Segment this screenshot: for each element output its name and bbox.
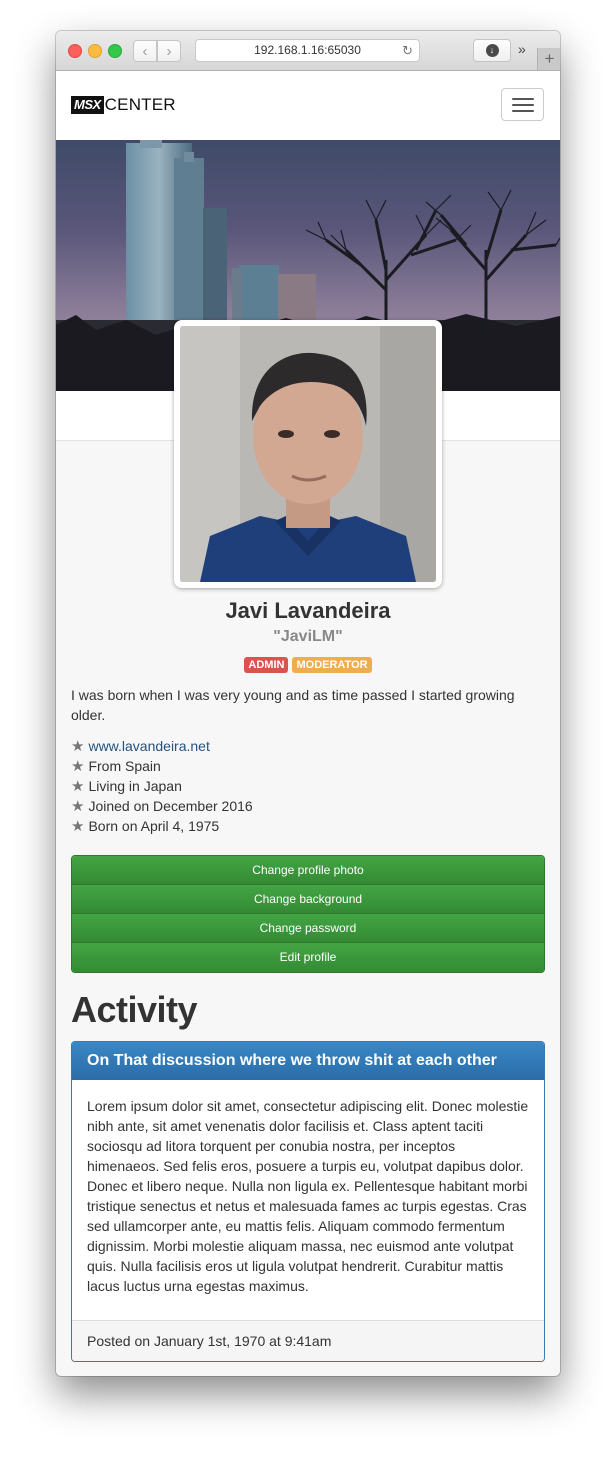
edit-profile-button[interactable]: Edit profile xyxy=(72,943,544,972)
post-body: Lorem ipsum dolor sit amet, consectetur … xyxy=(87,1098,529,1294)
fact-text: Living in Japan xyxy=(88,778,182,794)
fact-location: ★ Living in Japan xyxy=(71,776,253,796)
fact-website: ★ www.lavandeira.net xyxy=(71,736,253,756)
fact-text: Born on April 4, 1975 xyxy=(88,818,220,834)
star-icon: ★ xyxy=(71,778,85,795)
fact-text: Joined on December 2016 xyxy=(88,798,253,814)
profile-name: Javi Lavandeira xyxy=(225,598,391,623)
browser-toolbar: ‹ › 192.168.1.16:65030 ↻ ↓ » + xyxy=(56,31,560,71)
change-background-button[interactable]: Change background xyxy=(72,885,544,914)
profile-bio: I was born when I was very young and as … xyxy=(71,687,515,723)
profile-facts: ★ www.lavandeira.net ★ From Spain ★ Living … xyxy=(71,736,253,836)
download-icon: ↓ xyxy=(485,44,499,57)
downloads-button[interactable]: ↓ xyxy=(473,39,511,62)
fact-origin: ★ From Spain xyxy=(71,756,253,776)
role-badges: ADMIN MODERATOR xyxy=(56,657,560,673)
hamburger-icon xyxy=(512,98,534,100)
activity-heading: Activity xyxy=(71,989,198,1030)
star-icon: ★ xyxy=(71,758,85,775)
profile-nickname: "JaviLM" xyxy=(273,628,343,645)
fact-birthday: ★ Born on April 4, 1975 xyxy=(71,816,253,836)
change-password-button[interactable]: Change password xyxy=(72,914,544,943)
reload-icon[interactable]: ↻ xyxy=(402,40,413,61)
moderator-badge: MODERATOR xyxy=(292,657,372,673)
profile-avatar[interactable] xyxy=(174,320,442,588)
post-title[interactable]: On That discussion where we throw shit a… xyxy=(72,1042,544,1080)
forward-button[interactable]: › xyxy=(157,40,181,62)
zoom-window-button[interactable] xyxy=(108,44,122,58)
close-window-button[interactable] xyxy=(68,44,82,58)
site-logo[interactable]: MSX CENTER xyxy=(71,95,176,115)
address-text: 192.168.1.16:65030 xyxy=(254,43,361,57)
fact-joined: ★ Joined on December 2016 xyxy=(71,796,253,816)
fact-text: From Spain xyxy=(88,758,161,774)
browser-window: ‹ › 192.168.1.16:65030 ↻ ↓ » + MSX CENTE… xyxy=(56,31,560,1376)
star-icon: ★ xyxy=(71,798,85,815)
toolbar-overflow-icon[interactable]: » xyxy=(518,41,526,57)
avatar-photo xyxy=(180,326,436,582)
activity-post: On That discussion where we throw shit a… xyxy=(71,1041,545,1362)
star-icon: ★ xyxy=(71,738,85,755)
address-bar[interactable]: 192.168.1.16:65030 ↻ xyxy=(195,39,420,62)
back-button[interactable]: ‹ xyxy=(133,40,157,62)
site-navbar: MSX CENTER xyxy=(56,71,560,140)
admin-badge: ADMIN xyxy=(244,657,289,673)
star-icon: ★ xyxy=(71,818,85,835)
logo-badge: MSX xyxy=(71,96,104,114)
menu-toggle-button[interactable] xyxy=(501,88,544,121)
new-tab-button[interactable]: + xyxy=(537,48,560,70)
website-link[interactable]: www.lavandeira.net xyxy=(88,738,209,754)
post-footer: Posted on January 1st, 1970 at 9:41am xyxy=(72,1320,544,1361)
change-profile-photo-button[interactable]: Change profile photo xyxy=(72,856,544,885)
profile-actions: Change profile photo Change background C… xyxy=(71,855,545,973)
logo-text: CENTER xyxy=(104,95,176,114)
minimize-window-button[interactable] xyxy=(88,44,102,58)
